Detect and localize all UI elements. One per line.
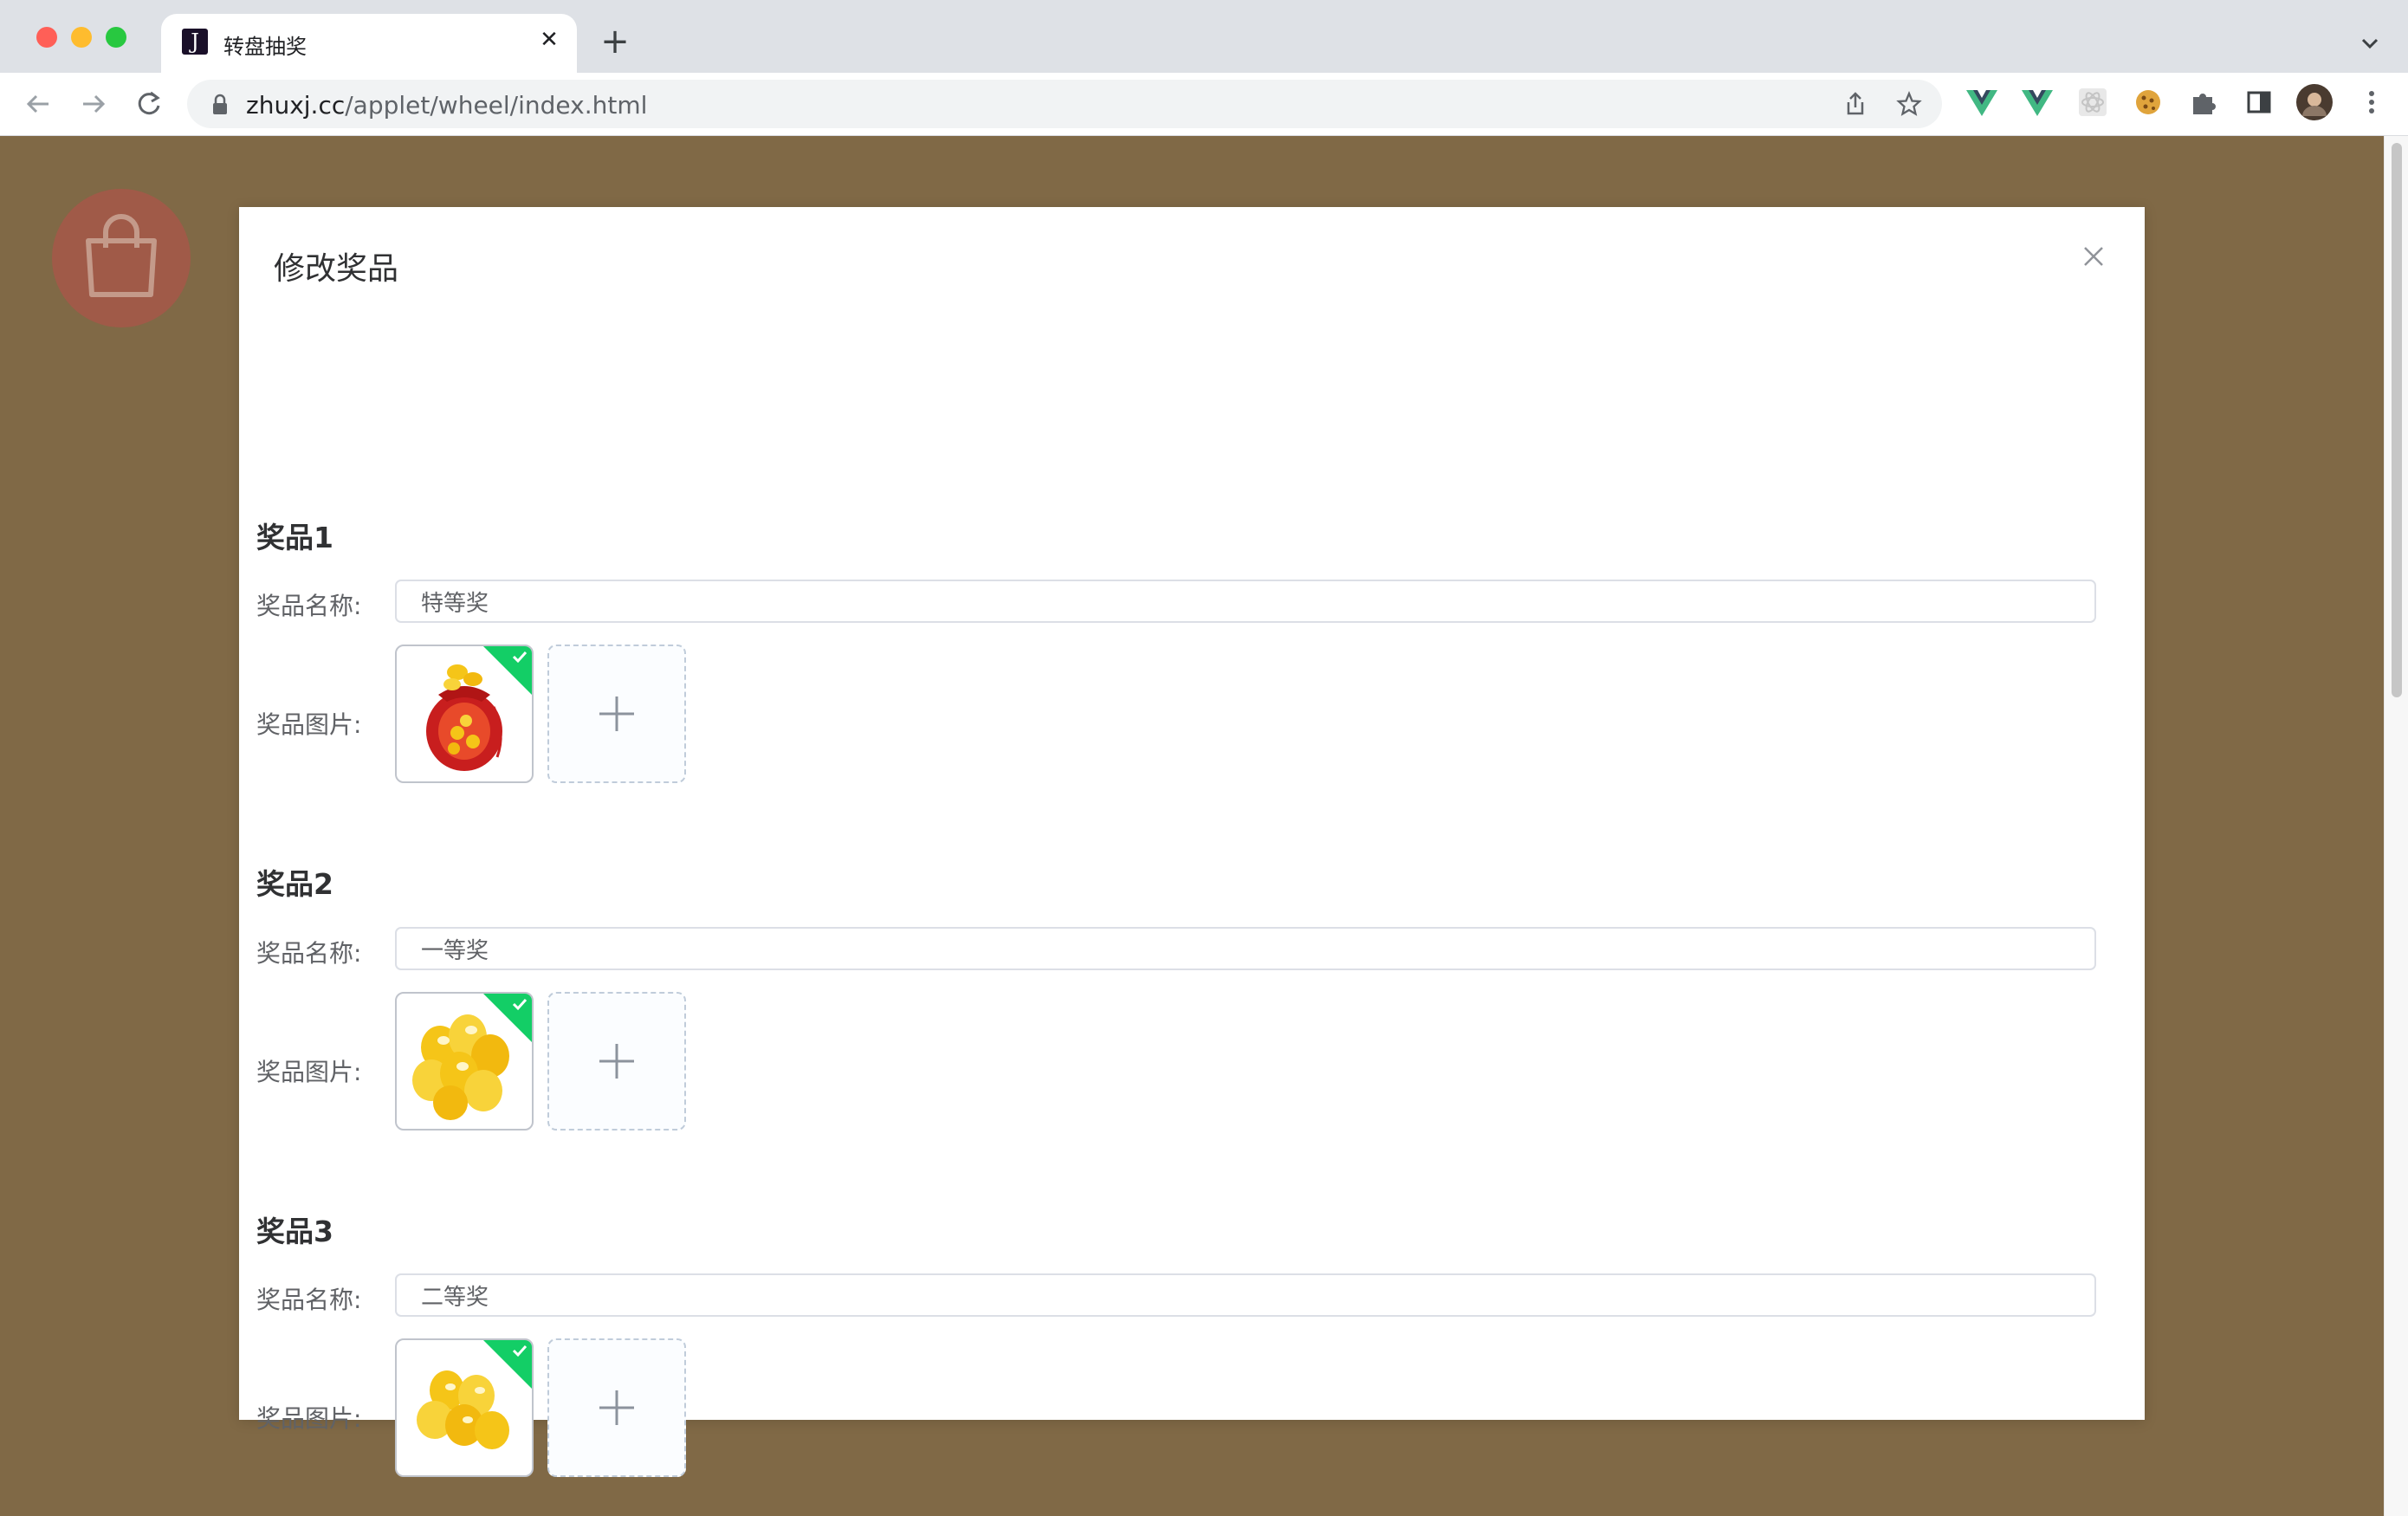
browser-toolbar: zhuxj.cc/applet/wheel/index.html [0, 73, 2408, 136]
prize-1-image-label: 奖品图片: [256, 710, 362, 739]
prize-1-name-input[interactable] [395, 580, 2096, 623]
prize-3-heading: 奖品3 [256, 1215, 333, 1248]
prize-2-upload-button[interactable] [547, 992, 686, 1131]
prize-3-name-input[interactable] [395, 1273, 2096, 1317]
browser-tab-strip: J 转盘抽奖 ✕ + [0, 0, 2408, 73]
plus-icon [599, 1044, 634, 1079]
checkmark-icon [512, 1344, 528, 1357]
tab-search-chevron-icon[interactable] [2356, 29, 2384, 57]
prize-2-image-thumbnail[interactable] [395, 992, 534, 1131]
vue-devtools-extension-2-icon[interactable] [2020, 85, 2055, 120]
edit-prizes-dialog: 修改奖品 奖品1 奖品名称: 奖品图片: 奖品2 奖品名称: 奖品图片: [239, 207, 2145, 1477]
address-bar[interactable]: zhuxj.cc/applet/wheel/index.html [187, 80, 1942, 128]
scrollbar-thumb[interactable] [2392, 143, 2402, 697]
browser-menu-icon[interactable] [2354, 85, 2389, 120]
prize-shop-button[interactable] [52, 189, 191, 327]
url-path: /applet/wheel/index.html [345, 91, 648, 120]
side-panel-icon[interactable] [2242, 85, 2276, 120]
prize-3-upload-button[interactable] [547, 1338, 686, 1477]
tab-title: 转盘抽奖 [223, 35, 307, 59]
tab-favicon-icon: J [182, 29, 208, 55]
prize-1-name-label: 奖品名称: [256, 592, 362, 620]
prize-2-heading: 奖品2 [256, 867, 333, 901]
extensions-puzzle-icon[interactable] [2186, 85, 2221, 120]
lock-icon[interactable] [210, 94, 230, 116]
url-host: zhuxj.cc [246, 91, 346, 120]
prize-1-upload-button[interactable] [547, 645, 686, 783]
share-icon[interactable] [1842, 90, 1869, 118]
page-scrollbar[interactable] [2384, 136, 2408, 1516]
checkmark-icon [512, 651, 528, 664]
plus-icon [599, 696, 634, 731]
vue-devtools-extension-icon[interactable] [1965, 85, 1999, 120]
new-tab-button[interactable]: + [598, 24, 632, 61]
forward-arrow-icon[interactable] [74, 85, 113, 123]
checkmark-icon [512, 998, 528, 1011]
react-devtools-extension-icon[interactable] [2075, 85, 2110, 120]
prize-3-name-label: 奖品名称: [256, 1286, 362, 1314]
plus-icon [599, 1390, 634, 1425]
prize-2-name-input[interactable] [395, 927, 2096, 970]
window-close-button[interactable] [36, 27, 57, 48]
dialog-title: 修改奖品 [274, 251, 399, 287]
cookie-extension-icon[interactable] [2131, 85, 2165, 120]
bookmark-star-icon[interactable] [1895, 90, 1923, 118]
back-arrow-icon[interactable] [19, 85, 57, 123]
prize-2-image-label: 奖品图片: [256, 1058, 362, 1086]
prize-3-image-thumbnail[interactable] [395, 1338, 534, 1477]
shopping-bag-icon [86, 214, 157, 297]
prize-2-name-label: 奖品名称: [256, 939, 362, 968]
window-minimize-button[interactable] [71, 27, 92, 48]
reload-icon[interactable] [130, 85, 168, 123]
dialog-close-icon[interactable] [2081, 243, 2107, 269]
profile-avatar[interactable] [2295, 83, 2334, 121]
prize-1-heading: 奖品1 [256, 521, 333, 554]
browser-tab[interactable]: J 转盘抽奖 ✕ [161, 14, 577, 73]
tab-close-icon[interactable]: ✕ [535, 26, 563, 54]
window-zoom-button[interactable] [106, 27, 126, 48]
url-text: zhuxj.cc/applet/wheel/index.html [246, 91, 647, 120]
prize-3-image-label: 奖品图片: [256, 1404, 362, 1433]
prize-1-image-thumbnail[interactable] [395, 645, 534, 783]
